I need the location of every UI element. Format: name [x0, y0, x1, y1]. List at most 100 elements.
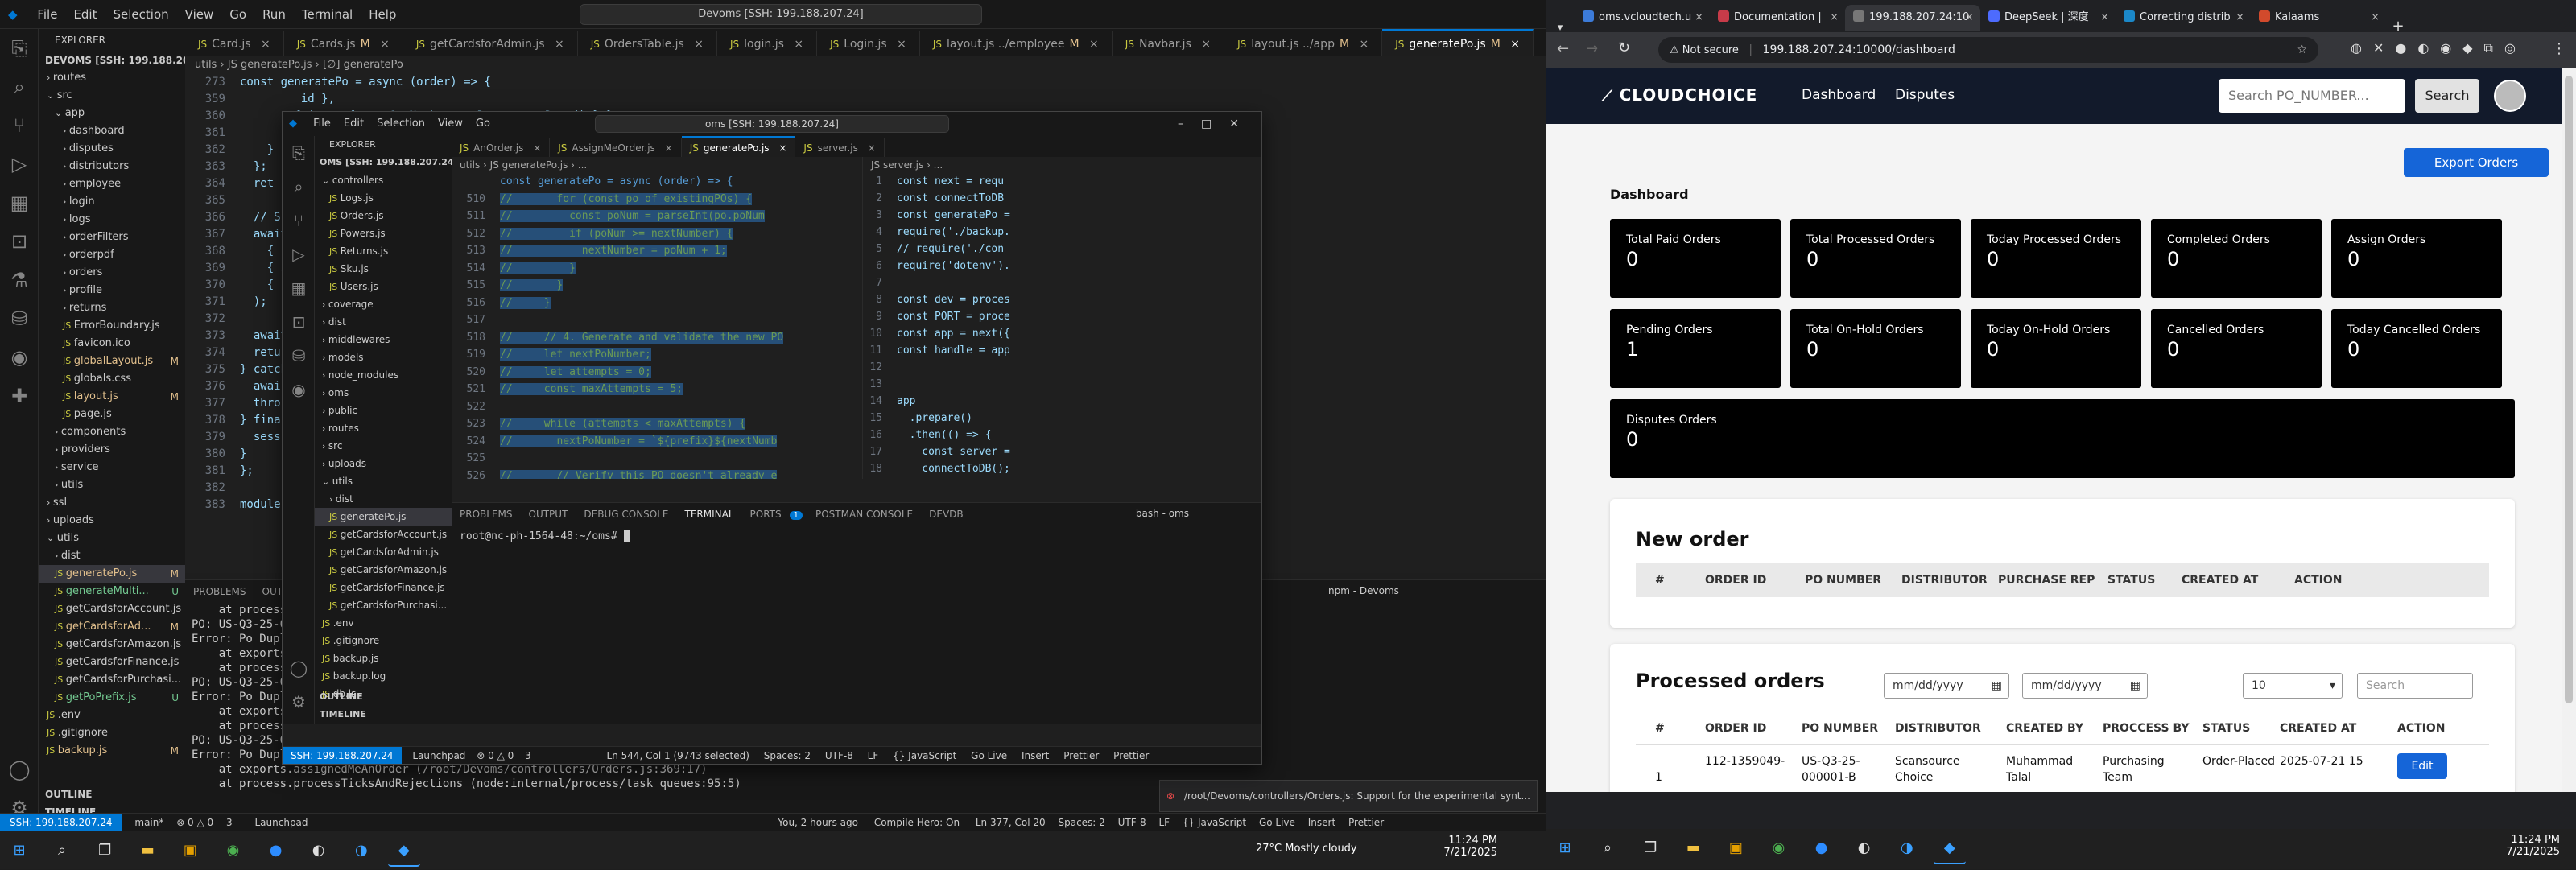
user-avatar[interactable] — [2494, 80, 2526, 112]
encoding-indicator[interactable]: UTF-8 — [1118, 817, 1146, 828]
scrollbar-thumb[interactable] — [2565, 76, 2573, 703]
folder-item[interactable]: › distributors — [39, 158, 185, 175]
explorer-icon[interactable]: ⎘ — [0, 29, 39, 68]
outline-section[interactable]: OUTLINE — [39, 785, 185, 803]
branch-indicator[interactable]: main* — [134, 817, 163, 828]
file-item[interactable]: JS generateMulti... U — [39, 583, 185, 600]
folder-item[interactable]: › service — [39, 459, 185, 476]
indent-indicator[interactable]: Spaces: 2 — [764, 750, 811, 761]
file-item[interactable]: JS Powers.js — [315, 225, 452, 242]
folder-item[interactable]: › providers — [39, 441, 185, 459]
chrome-icon[interactable]: ◉ — [1762, 832, 1794, 864]
prettier-indicator-2[interactable]: Prettier — [1113, 750, 1149, 761]
file-item[interactable]: JS Users.js — [315, 278, 452, 295]
file-explorer-icon[interactable]: ▬ — [131, 835, 163, 867]
task-view-icon[interactable]: ❐ — [1634, 832, 1666, 864]
account-icon[interactable]: ◯ — [283, 651, 315, 685]
folder-item[interactable]: › logs — [39, 211, 185, 229]
database-icon[interactable]: ⛁ — [0, 299, 39, 338]
weather-widget[interactable]: 27°C Mostly cloudy — [1256, 843, 1357, 855]
table-row[interactable]: 1 112-1359049- US-Q3-25-000001-B Scansource… — [1636, 753, 2489, 792]
file-item[interactable]: JS getCardsforPurchasi... — [39, 671, 185, 689]
panel-tab[interactable]: PROBLEMS — [185, 580, 254, 603]
cloudchoice-logo[interactable]: ⟋ CLOUDCHOICE — [1602, 85, 1757, 105]
folder-item[interactable]: › uploads — [39, 512, 185, 530]
editor-tab[interactable]: JS getCardsforAdmin.js × — [403, 31, 578, 56]
panel-tab[interactable]: POSTMAN CONSOLE — [807, 503, 921, 526]
panel-tab[interactable]: DEBUG CONSOLE — [576, 503, 676, 526]
close-icon[interactable]: × — [1198, 38, 1211, 51]
nav-disputes-link[interactable]: Disputes — [1895, 87, 1955, 103]
front-code-editor[interactable]: utils › JS generatePo.js › ... const gen… — [452, 157, 854, 479]
notification-toast[interactable]: ⊗ /root/Devoms/controllers/Orders.js: Su… — [1159, 780, 1538, 812]
nav-dashboard-link[interactable]: Dashboard — [1802, 87, 1876, 103]
file-item[interactable]: JS .env — [39, 707, 185, 724]
file-item[interactable]: JS globalLayout.js M — [39, 353, 185, 370]
file-item[interactable]: JS getPoPrefix.js U — [39, 689, 185, 707]
folder-item[interactable]: › returns — [39, 299, 185, 317]
edit-button[interactable]: Edit — [2397, 753, 2447, 779]
file-item[interactable]: JS globals.css — [39, 370, 185, 388]
windows-start-icon[interactable]: ⊞ — [3, 835, 35, 867]
not-secure-badge[interactable]: ⚠ Not secure — [1670, 44, 1739, 56]
menu-edit[interactable]: Edit — [65, 0, 105, 29]
folder-item[interactable]: › components — [39, 423, 185, 441]
close-icon[interactable]: × — [377, 38, 390, 51]
stat-card[interactable]: Cancelled Orders 0 — [2151, 309, 2322, 388]
back-command-search[interactable]: Devoms [SSH: 199.188.207.24] — [580, 4, 982, 25]
insert-mode[interactable]: Insert — [1022, 750, 1049, 761]
stat-card[interactable]: Disputes Orders 0 — [1610, 399, 2515, 478]
back-arrow-icon[interactable]: ← — [1557, 40, 1569, 57]
source-control-icon[interactable]: ⑂ — [283, 204, 315, 237]
remote-explorer-icon[interactable]: ⊡ — [0, 222, 39, 261]
folder-item[interactable]: › dist — [315, 313, 452, 331]
extensions-icon[interactable]: ▦ — [283, 271, 315, 305]
launchpad-indicator[interactable]: Launchpad — [254, 817, 308, 828]
menu-view[interactable]: View — [431, 112, 469, 136]
folder-item[interactable]: › dist — [39, 547, 185, 565]
insert-mode[interactable]: Insert — [1308, 817, 1335, 828]
vscode-taskbar-icon[interactable]: ◆ — [387, 835, 420, 867]
editor-tab[interactable]: JS generatePo.js M × — [1382, 29, 1534, 56]
browser-tab[interactable]: Kalaams × — [2251, 5, 2386, 31]
language-indicator[interactable]: {} JavaScript — [893, 750, 956, 761]
run-debug-icon[interactable]: ▷ — [0, 145, 39, 183]
indent-indicator[interactable]: Spaces: 2 — [1058, 817, 1104, 828]
folder-item[interactable]: › profile — [39, 282, 185, 299]
close-icon[interactable]: × — [1507, 38, 1520, 51]
window-controls[interactable]: –□✕ — [1178, 112, 1257, 136]
folder-item[interactable]: › routes — [315, 419, 452, 437]
editor-tab[interactable]: JS OrdersTable.js × — [578, 31, 718, 56]
folder-item[interactable]: › dist — [315, 490, 452, 508]
file-item[interactable]: JS generatePo.js — [315, 508, 452, 526]
stat-card[interactable]: Pending Orders 1 — [1610, 309, 1781, 388]
windows-start-icon[interactable]: ⊞ — [1549, 832, 1581, 864]
testing-icon[interactable]: ⚗ — [0, 261, 39, 299]
puzzle-icon[interactable]: ✚ — [0, 377, 39, 415]
file-item[interactable]: JS backup.log — [315, 667, 452, 685]
editor-tab[interactable]: JS layout.js ../employee M × — [920, 31, 1113, 56]
stat-card[interactable]: Today Processed Orders 0 — [1971, 219, 2141, 298]
menu-file[interactable]: File — [29, 0, 65, 29]
bookmark-star-icon[interactable]: ☆ — [2297, 37, 2307, 63]
go-live-button[interactable]: Go Live — [1259, 817, 1295, 828]
app-icon-2[interactable]: ◑ — [1891, 832, 1923, 864]
file-item[interactable]: JS getCardsforAmazon.js — [315, 561, 452, 579]
source-control-icon[interactable]: ⑂ — [0, 106, 39, 145]
close-icon[interactable]: × — [1356, 38, 1369, 51]
file-item[interactable]: JS getCardsforPurchasi... — [315, 596, 452, 614]
store-icon[interactable]: ▣ — [1719, 832, 1752, 864]
menu-help[interactable]: Help — [361, 0, 404, 29]
folder-item[interactable]: ⌄ utils — [39, 530, 185, 547]
file-item[interactable]: JS getCardsforAccount.js — [39, 600, 185, 618]
remote-indicator[interactable]: SSH: 199.188.207.24 — [0, 814, 122, 831]
stat-card[interactable]: Total Paid Orders 0 — [1610, 219, 1781, 298]
editor-tab[interactable]: JS Navbar.js × — [1113, 31, 1225, 56]
menu-selection[interactable]: Selection — [105, 0, 177, 29]
address-bar[interactable]: ⚠ Not secure | 199.188.207.24:10000/dash… — [1658, 37, 2318, 63]
folder-item[interactable]: › orderFilters — [39, 229, 185, 246]
search-icon[interactable]: ⌕ — [0, 68, 39, 106]
panel-tab[interactable]: PORTS — [742, 503, 790, 526]
front-code-editor-split[interactable]: JS server.js › ... 1 const next = requ 2 co… — [862, 157, 1249, 479]
app-icon[interactable]: ◐ — [303, 835, 335, 867]
